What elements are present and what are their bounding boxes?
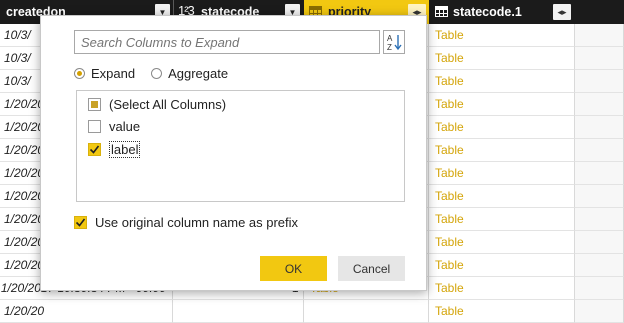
prefix-label: Use original column name as prefix [95,215,299,230]
cell-empty [575,24,624,47]
cell-statecode[interactable] [173,300,304,323]
expand-columns-icon[interactable]: ◂▸ [553,4,571,20]
list-item-label: value [109,119,141,134]
cell-statecode1[interactable]: Table [429,300,575,323]
cell-statecode1[interactable]: Table [429,116,575,139]
sort-az-button[interactable]: A Z [383,30,405,54]
table-row: 1/20/20 Table [0,300,624,323]
cell-statecode1[interactable]: Table [429,139,575,162]
cell-statecode1[interactable]: Table [429,24,575,47]
list-item-label: label [109,141,141,158]
cell-statecode1[interactable]: Table [429,93,575,116]
list-item[interactable]: value [88,119,140,134]
cell-statecode1[interactable]: Table [429,162,575,185]
cell-empty [575,162,624,185]
prefix-checkbox[interactable] [74,216,87,229]
cell-createdon[interactable]: 1/20/20 [0,300,173,323]
cell-statecode1[interactable]: Table [429,208,575,231]
cell-empty [575,185,624,208]
cell-statecode1[interactable]: Table [429,231,575,254]
aggregate-radio[interactable] [151,68,163,79]
expand-radio-label[interactable]: Expand [91,66,135,81]
cell-priority[interactable] [304,300,429,323]
search-columns-input[interactable] [74,30,380,54]
cell-empty [575,93,624,116]
cell-empty [575,208,624,231]
cell-empty [575,139,624,162]
prefix-option[interactable]: Use original column name as prefix [74,215,298,230]
cell-statecode1[interactable]: Table [429,185,575,208]
cell-empty [575,70,624,93]
checkmark-icon [89,145,100,154]
list-item[interactable]: label [88,141,141,158]
cell-statecode1[interactable]: Table [429,254,575,277]
cancel-button[interactable]: Cancel [338,256,405,281]
cell-empty [575,300,624,323]
cell-statecode1[interactable]: Table [429,277,575,300]
column-header-empty [575,0,624,24]
cell-statecode1[interactable]: Table [429,47,575,70]
ok-button[interactable]: OK [260,256,327,281]
cell-empty [575,277,624,300]
select-all-checkbox[interactable] [88,98,101,111]
cell-empty [575,116,624,139]
svg-text:A: A [387,34,393,43]
expand-columns-dialog: A Z Expand Aggregate (Select All Columns… [40,15,427,291]
svg-text:Z: Z [387,43,392,51]
list-item[interactable]: (Select All Columns) [88,97,226,112]
cell-empty [575,231,624,254]
cell-empty [575,47,624,70]
expand-radio[interactable] [74,68,85,79]
checkmark-icon [75,218,86,227]
table-type-icon [435,6,448,17]
cell-statecode1[interactable]: Table [429,70,575,93]
value-checkbox[interactable] [88,120,101,133]
mode-radio-group: Expand Aggregate [74,66,244,81]
columns-checklist: (Select All Columns) value label [76,90,405,202]
sort-az-icon: A Z [387,34,402,51]
label-checkbox[interactable] [88,143,101,156]
aggregate-radio-label[interactable]: Aggregate [168,66,228,81]
cell-empty [575,254,624,277]
list-item-label: (Select All Columns) [109,97,227,112]
